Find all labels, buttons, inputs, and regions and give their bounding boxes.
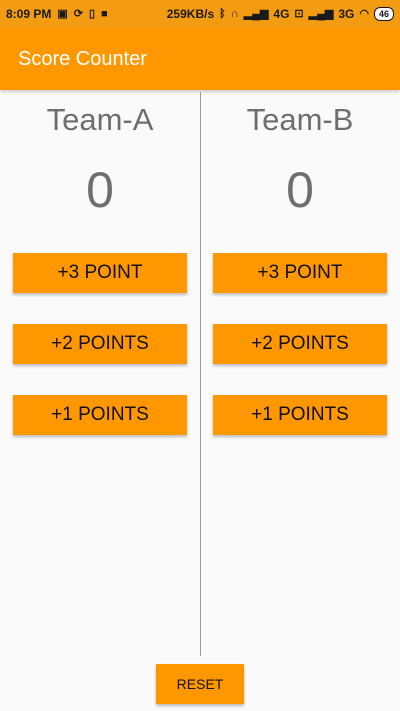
team-a-name: Team-A	[46, 102, 154, 137]
app-title: Score Counter	[18, 47, 147, 70]
wifi-icon: ◠	[359, 7, 369, 20]
bluetooth-icon: ᛒ	[219, 7, 226, 20]
team-a-plus-3-button[interactable]: +3 POINT	[13, 253, 187, 293]
image-icon: ▣	[57, 7, 68, 20]
battery-level: 46	[378, 9, 389, 19]
team-a-score: 0	[86, 162, 114, 218]
team-b-plus-3-button[interactable]: +3 POINT	[213, 253, 387, 293]
team-b-plus-1-button[interactable]: +1 POINTS	[213, 395, 387, 435]
network-type-1: 4G	[273, 7, 290, 21]
signal-icon: ▂▄▆	[308, 7, 334, 20]
team-a-plus-2-button[interactable]: +2 POINTS	[13, 324, 187, 364]
team-b-score: 0	[286, 162, 314, 218]
team-a-column: Team-A 0 +3 POINT +2 POINTS +1 POINTS	[0, 90, 200, 650]
vibrate-icon: ▯	[88, 7, 96, 20]
status-bar: 8:09 PM ▣ ⟳ ▯ ■ 259KB/s ᛒ ∩ ▂▄▆ 4G ⊡ ▂▄▆…	[0, 0, 400, 28]
video-icon: ■	[101, 7, 108, 20]
reset-button[interactable]: RESET	[156, 664, 244, 704]
network-type-2: 3G	[338, 7, 355, 21]
app-bar: Score Counter	[0, 28, 400, 90]
team-b-name: Team-B	[246, 102, 354, 137]
headset-icon: ∩	[230, 7, 239, 20]
volte-icon: ⊡	[294, 7, 304, 20]
team-b-plus-2-button[interactable]: +2 POINTS	[213, 324, 387, 364]
team-b-column: Team-B 0 +3 POINT +2 POINTS +1 POINTS	[200, 90, 400, 650]
battery-icon: 46	[373, 7, 394, 21]
team-a-plus-1-button[interactable]: +1 POINTS	[13, 395, 187, 435]
signal-icon: ▂▄▆	[243, 7, 269, 20]
network-speed: 259KB/s	[166, 7, 215, 21]
sync-icon: ⟳	[73, 7, 83, 20]
clock: 8:09 PM	[6, 7, 52, 21]
